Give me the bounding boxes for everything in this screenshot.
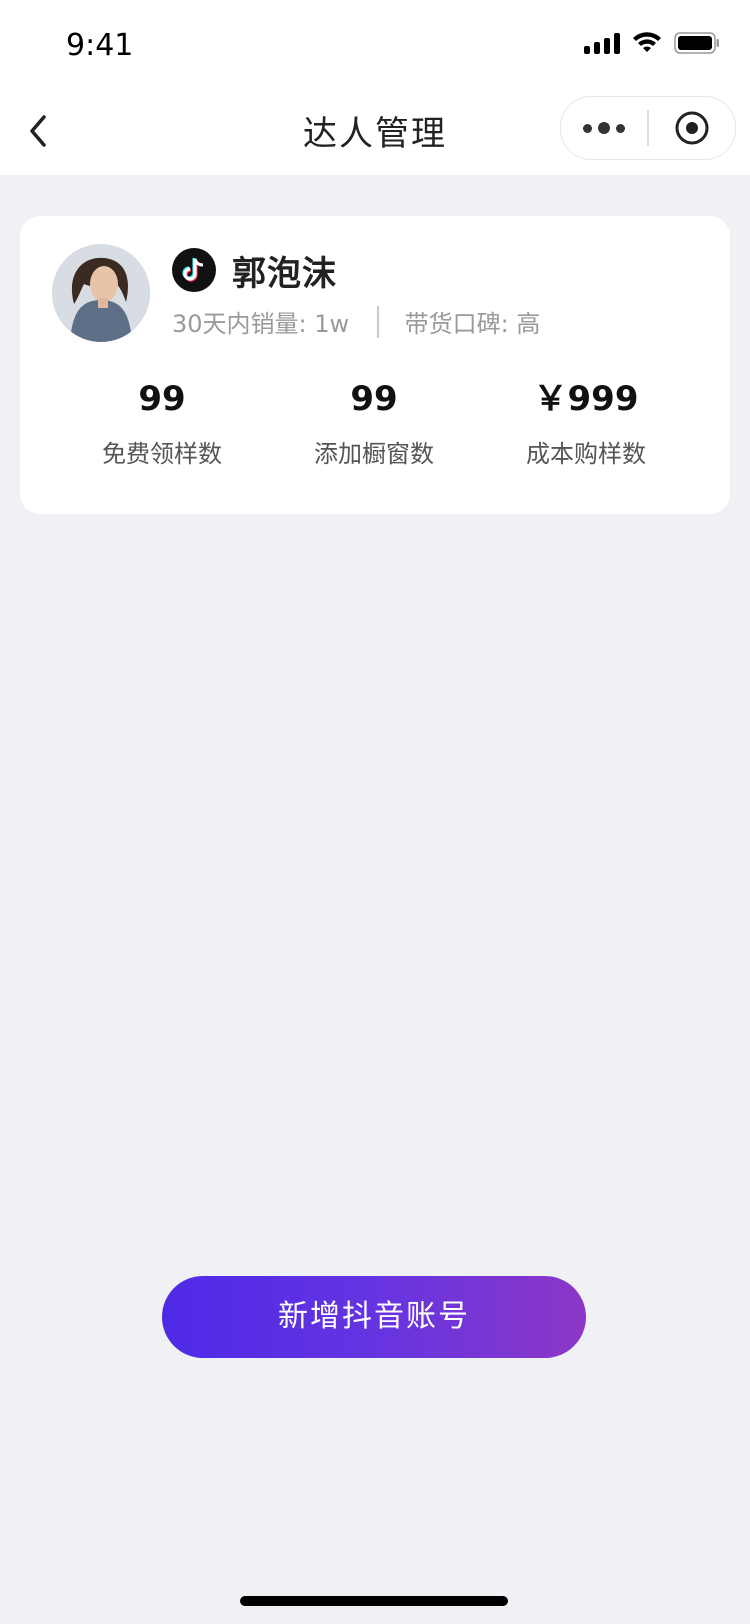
status-icons — [584, 32, 720, 54]
status-time: 9:41 — [66, 28, 134, 63]
sales-30d: 30天内销量: 1w — [172, 310, 350, 338]
stat-value: 99 — [138, 379, 186, 419]
meta-divider — [377, 305, 379, 338]
stat-label: 成本购样数 — [526, 440, 646, 468]
avatar — [52, 244, 150, 342]
stat-cost-samples: ￥999 成本购样数 — [480, 376, 692, 469]
more-button[interactable] — [561, 97, 647, 159]
stat-label: 添加橱窗数 — [314, 440, 434, 468]
signal-icon — [584, 32, 620, 54]
influencer-name: 郭泡沫 — [232, 254, 337, 294]
more-dots-icon-center — [598, 122, 610, 134]
mini-program-capsule — [560, 96, 736, 160]
add-douyin-account-button[interactable]: 新增抖音账号 — [162, 1276, 586, 1358]
stat-value: 99 — [350, 379, 398, 419]
more-dots-icon-right — [616, 123, 625, 133]
influencer-card[interactable]: 郭泡沫 30天内销量: 1w 带货口碑: 高 99 免费领样数 99 添加橱窗数… — [20, 216, 730, 514]
influencer-meta: 30天内销量: 1w 带货口碑: 高 — [172, 304, 540, 339]
stats-row: 99 免费领样数 99 添加橱窗数 ￥999 成本购样数 — [20, 376, 730, 469]
record-circle-icon — [675, 111, 709, 145]
stat-showcase-added: 99 添加橱窗数 — [268, 376, 480, 469]
more-dots-icon — [583, 123, 592, 133]
tiktok-icon — [172, 248, 216, 292]
wifi-icon — [632, 32, 662, 54]
close-button[interactable] — [649, 97, 735, 159]
reputation: 带货口碑: 高 — [404, 310, 541, 338]
stat-label: 免费领样数 — [102, 440, 222, 468]
home-indicator — [240, 1596, 508, 1606]
stat-value: ￥999 — [533, 379, 639, 419]
top-bar: 9:41 达人管理 — [0, 0, 750, 175]
battery-icon — [674, 32, 720, 54]
stat-free-samples: 99 免费领样数 — [56, 376, 268, 469]
